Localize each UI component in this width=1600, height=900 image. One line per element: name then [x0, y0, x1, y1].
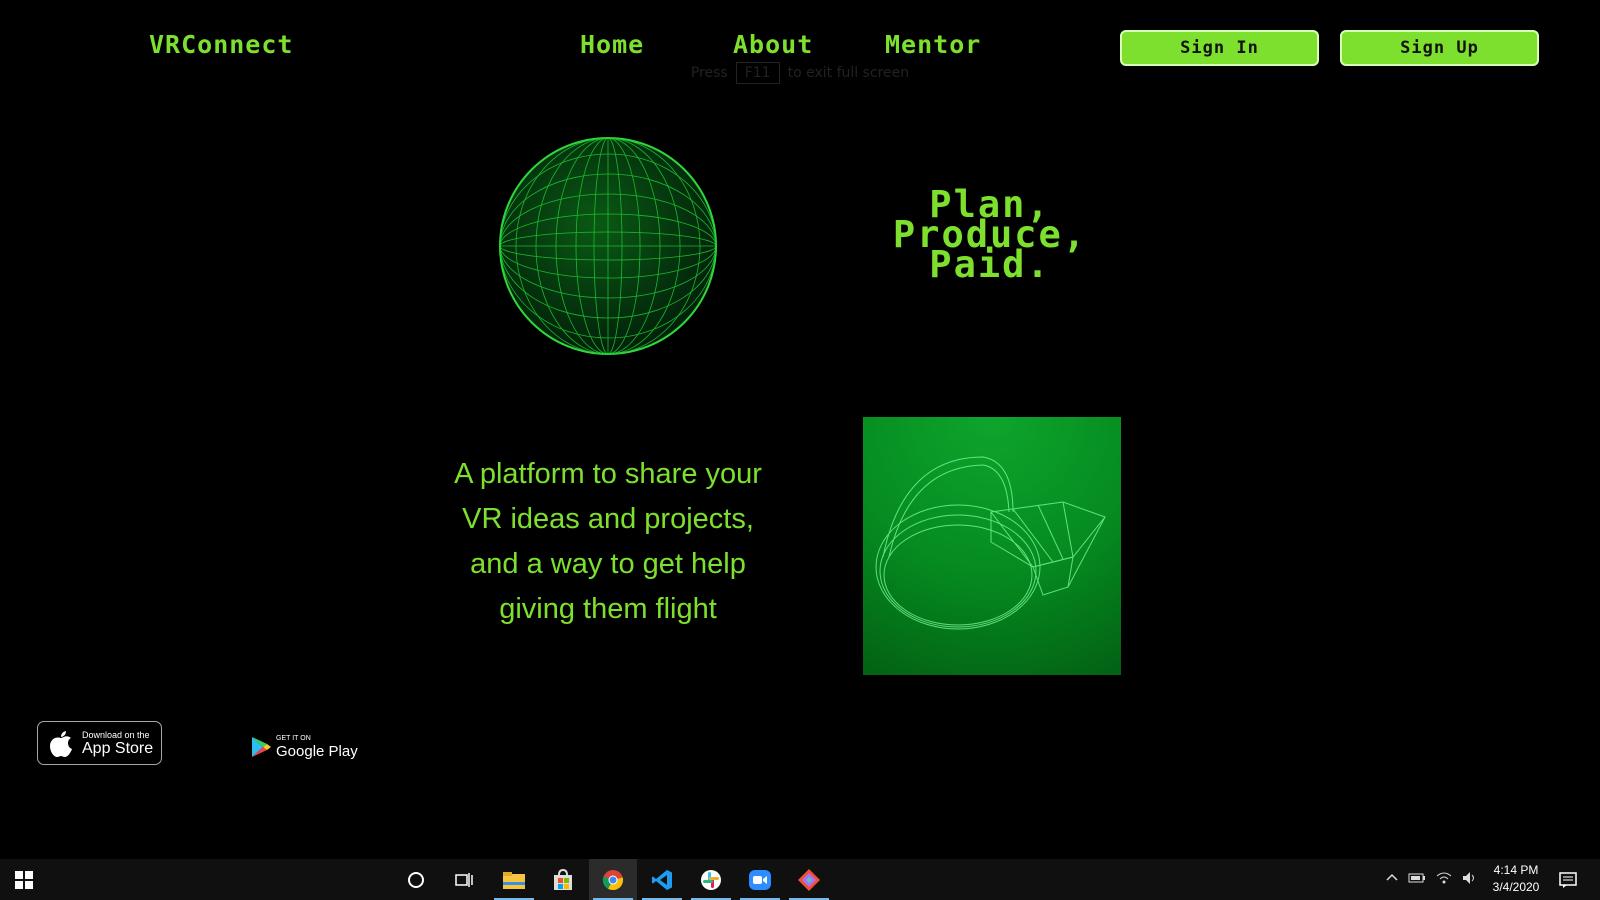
site-logo[interactable]: VRConnect [149, 30, 293, 59]
fullscreen-hint-key: F11 [735, 62, 780, 84]
google-play-big-text: Google Play [276, 742, 358, 760]
cortana-icon[interactable] [392, 859, 440, 900]
task-view-icon[interactable] [440, 859, 488, 900]
system-clock[interactable]: 4:14 PM 3/4/2020 [1480, 862, 1552, 896]
apple-icon [50, 731, 72, 757]
nav-about[interactable]: About [733, 30, 813, 59]
hero-description: A platform to share your VR ideas and pr… [432, 452, 784, 632]
wifi-icon[interactable] [1436, 871, 1452, 888]
microsoft-store-icon[interactable] [539, 859, 587, 900]
system-tray [1386, 859, 1478, 900]
git-icon[interactable] [785, 859, 833, 900]
description-line-4: giving them flight [499, 593, 717, 625]
file-explorer-icon[interactable] [490, 859, 538, 900]
description-line-3: and a way to get help [470, 548, 746, 580]
hero-headline: Plan, Produce, Paid. [860, 186, 1120, 283]
fullscreen-hint: Press F11 to exit full screen [662, 58, 938, 88]
windows-taskbar: 4:14 PM 3/4/2020 [0, 859, 1600, 900]
app-store-small-text: Download on the [82, 729, 150, 740]
slack-icon[interactable] [687, 859, 735, 900]
vscode-icon[interactable] [638, 859, 686, 900]
description-line-2: VR ideas and projects, [462, 503, 754, 535]
clock-time: 4:14 PM [1493, 863, 1539, 877]
chrome-icon[interactable] [589, 859, 637, 900]
chevron-up-icon[interactable] [1386, 872, 1398, 887]
sign-in-button[interactable]: Sign In [1120, 30, 1319, 66]
sign-up-button[interactable]: Sign Up [1340, 30, 1539, 66]
fullscreen-hint-prefix: Press [690, 65, 728, 81]
windows-start-icon[interactable] [0, 859, 48, 900]
app-store-big-text: App Store [82, 739, 154, 757]
battery-icon[interactable] [1408, 872, 1426, 887]
nav-mentor[interactable]: Mentor [885, 30, 981, 59]
fullscreen-hint-suffix: to exit full screen [787, 65, 910, 81]
app-store-badge[interactable]: Download on the App Store [37, 721, 162, 765]
volume-icon[interactable] [1462, 871, 1478, 888]
notifications-icon[interactable] [1544, 859, 1592, 900]
clock-date: 3/4/2020 [1492, 880, 1540, 894]
description-line-1: A platform to share your [454, 458, 762, 490]
google-play-badge[interactable]: GET IT ON Google Play [244, 725, 360, 769]
google-play-small-text: GET IT ON [276, 734, 311, 742]
zoom-icon[interactable] [736, 859, 784, 900]
vr-headset-icon [875, 456, 1106, 630]
vr-headset-image [863, 417, 1121, 675]
nav-home[interactable]: Home [580, 30, 644, 59]
wireframe-globe-icon [499, 137, 717, 355]
google-play-icon [252, 737, 271, 757]
